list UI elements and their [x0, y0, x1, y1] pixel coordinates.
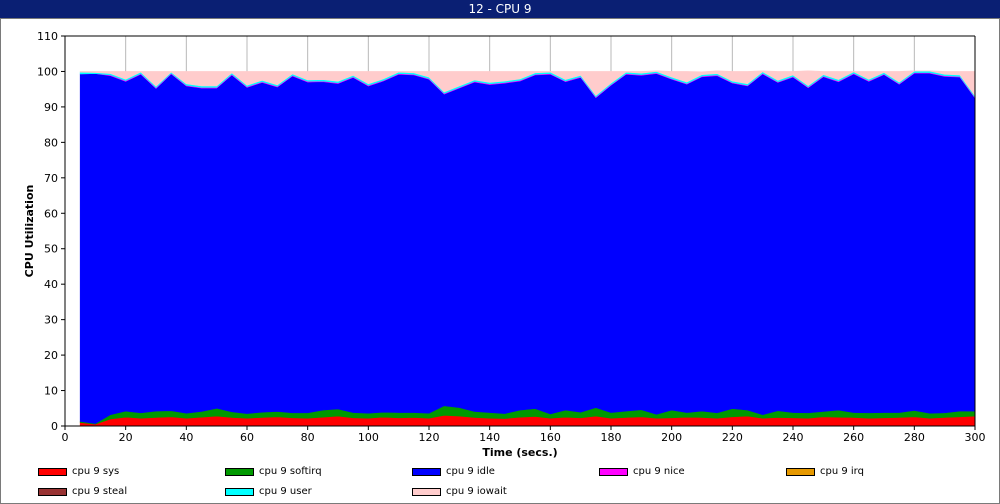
x-tick-label: 200 [661, 431, 682, 444]
legend-label: cpu 9 sys [72, 466, 120, 477]
x-axis-title: Time (secs.) [482, 446, 557, 459]
y-tick-label: 10 [44, 385, 58, 398]
x-tick-label: 0 [62, 431, 69, 444]
x-tick-label: 260 [843, 431, 864, 444]
window-title: 12 - CPU 9 [468, 2, 532, 16]
area-cpu-9-idle [79, 72, 976, 424]
y-axis-title: CPU Utilization [23, 185, 36, 278]
y-tick-label: 20 [44, 349, 58, 362]
y-tick-label: 70 [44, 172, 58, 185]
y-tick-label: 90 [44, 101, 58, 114]
y-tick-label: 80 [44, 136, 58, 149]
x-tick-label: 140 [479, 431, 500, 444]
window-title-bar: 12 - CPU 9 [0, 0, 1000, 18]
y-tick-label: 110 [37, 30, 58, 43]
legend-swatch [412, 468, 441, 476]
y-tick-label: 50 [44, 243, 58, 256]
x-tick-label: 160 [540, 431, 561, 444]
legend-swatch [225, 468, 254, 476]
y-tick-label: 100 [37, 65, 58, 78]
legend-label: cpu 9 irq [820, 466, 864, 477]
x-tick-label: 240 [783, 431, 804, 444]
x-tick-label: 100 [358, 431, 379, 444]
y-tick-label: 0 [51, 420, 58, 433]
x-tick-label: 40 [179, 431, 193, 444]
x-tick-label: 60 [240, 431, 254, 444]
legend-swatch [38, 488, 67, 496]
x-tick-label: 300 [965, 431, 986, 444]
x-tick-label: 120 [419, 431, 440, 444]
x-tick-label: 80 [301, 431, 315, 444]
legend-swatch [225, 488, 254, 496]
legend-swatch [412, 488, 441, 496]
legend-label: cpu 9 user [259, 486, 312, 497]
chart-panel: 0 10 20 30 40 50 60 70 80 90 100 110 0 20 40 60 80 100 120… [0, 18, 1000, 504]
legend-swatch [786, 468, 815, 476]
x-tick-label: 220 [722, 431, 743, 444]
legend-label: cpu 9 nice [633, 466, 685, 477]
x-tick-label: 20 [119, 431, 133, 444]
legend-swatch [599, 468, 628, 476]
y-tick-label: 60 [44, 207, 58, 220]
cpu-utilization-chart: 0 10 20 30 40 50 60 70 80 90 100 110 0 20 40 60 80 100 120… [23, 30, 986, 459]
x-tick-label: 180 [601, 431, 622, 444]
legend-label: cpu 9 iowait [446, 486, 507, 497]
legend-label: cpu 9 steal [72, 486, 128, 497]
legend-label: cpu 9 idle [446, 466, 495, 477]
y-tick-label: 40 [44, 278, 58, 291]
legend-label: cpu 9 softirq [259, 466, 322, 477]
y-tick-label: 30 [44, 314, 58, 327]
legend-swatch [38, 468, 67, 476]
x-tick-label: 280 [904, 431, 925, 444]
